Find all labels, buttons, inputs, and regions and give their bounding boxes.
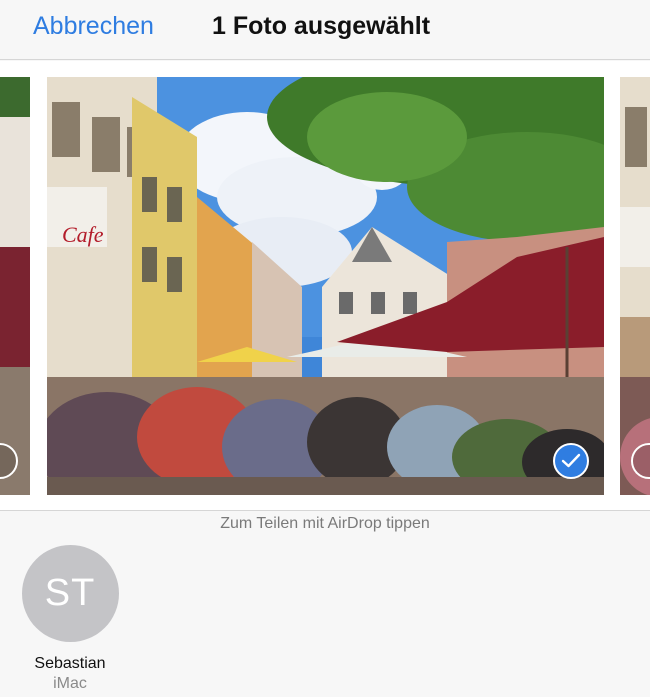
navigation-bar: Abbrechen 1 Foto ausgewählt (0, 0, 650, 60)
photo-thumbnail-previous[interactable] (0, 77, 30, 495)
photo-thumbnail-next[interactable] (620, 77, 650, 495)
svg-text:Cafe: Cafe (62, 222, 104, 247)
avatar[interactable]: ST (21, 545, 119, 642)
photo-carousel[interactable]: Cafe (0, 61, 650, 511)
airdrop-hint: Zum Teilen mit AirDrop tippen (220, 515, 430, 532)
cancel-button[interactable]: Abbrechen (33, 10, 154, 42)
contact-name: Sebastian (34, 655, 106, 672)
avatar-initials: ST (44, 572, 96, 614)
airdrop-contact-sebastian[interactable]: ST Sebastian iMac (14, 545, 126, 694)
checkmark-icon[interactable] (553, 443, 589, 479)
contact-device: iMac (53, 675, 87, 692)
page-title: 1 Foto ausgewählt (212, 12, 431, 40)
photo-thumbnail-selected[interactable]: Cafe (47, 77, 604, 495)
